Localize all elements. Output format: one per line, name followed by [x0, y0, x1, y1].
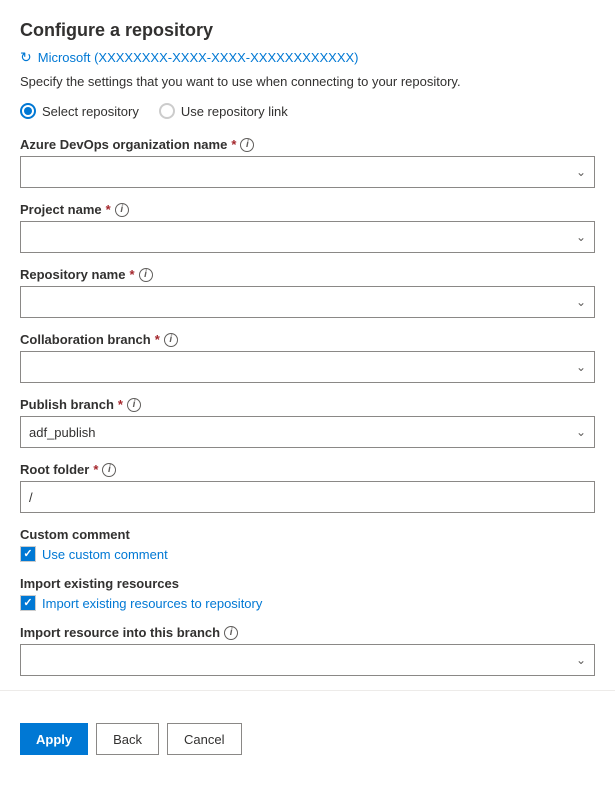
import-branch-label: Import resource into this branch i	[20, 625, 595, 640]
import-branch-group: Import resource into this branch i ⌄	[20, 625, 595, 676]
chevron-down-icon: ⌄	[576, 230, 586, 244]
root-folder-info-icon[interactable]: i	[102, 463, 116, 477]
repository-name-info-icon[interactable]: i	[139, 268, 153, 282]
chevron-down-icon: ⌄	[576, 653, 586, 667]
radio-use-link[interactable]: Use repository link	[159, 103, 288, 119]
custom-comment-checkbox-box: ✓	[20, 546, 36, 562]
import-branch-dropdown[interactable]: ⌄	[20, 644, 595, 676]
publish-branch-info-icon[interactable]: i	[127, 398, 141, 412]
chevron-down-icon: ⌄	[576, 425, 586, 439]
checkmark-icon: ✓	[23, 598, 32, 609]
repository-name-label: Repository name * i	[20, 267, 595, 282]
refresh-icon[interactable]: ↻	[20, 49, 32, 66]
required-marker: *	[129, 267, 134, 282]
required-marker: *	[93, 462, 98, 477]
publish-branch-value: adf_publish	[29, 425, 576, 440]
checkmark-icon: ✓	[23, 549, 32, 560]
account-row: ↻ Microsoft (XXXXXXXX-XXXX-XXXX-XXXXXXXX…	[20, 49, 595, 66]
collaboration-branch-info-icon[interactable]: i	[164, 333, 178, 347]
collaboration-branch-dropdown[interactable]: ⌄	[20, 351, 595, 383]
root-folder-input[interactable]	[20, 481, 595, 513]
cancel-button[interactable]: Cancel	[167, 723, 241, 755]
radio-select-repository[interactable]: Select repository	[20, 103, 139, 119]
chevron-down-icon: ⌄	[576, 295, 586, 309]
custom-comment-group: Custom comment ✓ Use custom comment	[20, 527, 595, 562]
apply-button[interactable]: Apply	[20, 723, 88, 755]
collaboration-branch-label: Collaboration branch * i	[20, 332, 595, 347]
import-branch-info-icon[interactable]: i	[224, 626, 238, 640]
custom-comment-label: Use custom comment	[42, 547, 168, 562]
azure-devops-org-label: Azure DevOps organization name * i	[20, 137, 595, 152]
project-name-info-icon[interactable]: i	[115, 203, 129, 217]
main-container: Configure a repository ↻ Microsoft (XXXX…	[0, 0, 615, 676]
radio-select-repository-label: Select repository	[42, 104, 139, 119]
import-existing-checkbox-box: ✓	[20, 595, 36, 611]
required-marker: *	[231, 137, 236, 152]
azure-devops-org-dropdown[interactable]: ⌄	[20, 156, 595, 188]
import-existing-checkbox[interactable]: ✓ Import existing resources to repositor…	[20, 595, 595, 611]
custom-comment-checkbox[interactable]: ✓ Use custom comment	[20, 546, 595, 562]
radio-select-repository-circle	[20, 103, 36, 119]
publish-branch-group: Publish branch * i adf_publish ⌄	[20, 397, 595, 448]
chevron-down-icon: ⌄	[576, 360, 586, 374]
azure-devops-org-group: Azure DevOps organization name * i ⌄	[20, 137, 595, 188]
import-existing-group: Import existing resources ✓ Import exist…	[20, 576, 595, 611]
azure-devops-org-info-icon[interactable]: i	[240, 138, 254, 152]
collaboration-branch-group: Collaboration branch * i ⌄	[20, 332, 595, 383]
required-marker: *	[106, 202, 111, 217]
repository-name-dropdown[interactable]: ⌄	[20, 286, 595, 318]
root-folder-label: Root folder * i	[20, 462, 595, 477]
project-name-dropdown[interactable]: ⌄	[20, 221, 595, 253]
repository-name-group: Repository name * i ⌄	[20, 267, 595, 318]
required-marker: *	[155, 332, 160, 347]
chevron-down-icon: ⌄	[576, 165, 586, 179]
publish-branch-label: Publish branch * i	[20, 397, 595, 412]
footer: Apply Back Cancel	[0, 707, 615, 771]
radio-use-link-circle	[159, 103, 175, 119]
import-existing-label: Import existing resources to repository	[42, 596, 262, 611]
root-folder-group: Root folder * i	[20, 462, 595, 513]
page-title: Configure a repository	[20, 20, 595, 41]
required-marker: *	[118, 397, 123, 412]
account-name: Microsoft (XXXXXXXX-XXXX-XXXX-XXXXXXXXXX…	[38, 50, 359, 65]
repository-type-group: Select repository Use repository link	[20, 103, 595, 119]
publish-branch-dropdown[interactable]: adf_publish ⌄	[20, 416, 595, 448]
project-name-label: Project name * i	[20, 202, 595, 217]
custom-comment-section-label: Custom comment	[20, 527, 595, 542]
footer-divider	[0, 690, 615, 691]
radio-use-link-label: Use repository link	[181, 104, 288, 119]
back-button[interactable]: Back	[96, 723, 159, 755]
project-name-group: Project name * i ⌄	[20, 202, 595, 253]
description-text: Specify the settings that you want to us…	[20, 74, 595, 89]
import-existing-section-label: Import existing resources	[20, 576, 595, 591]
